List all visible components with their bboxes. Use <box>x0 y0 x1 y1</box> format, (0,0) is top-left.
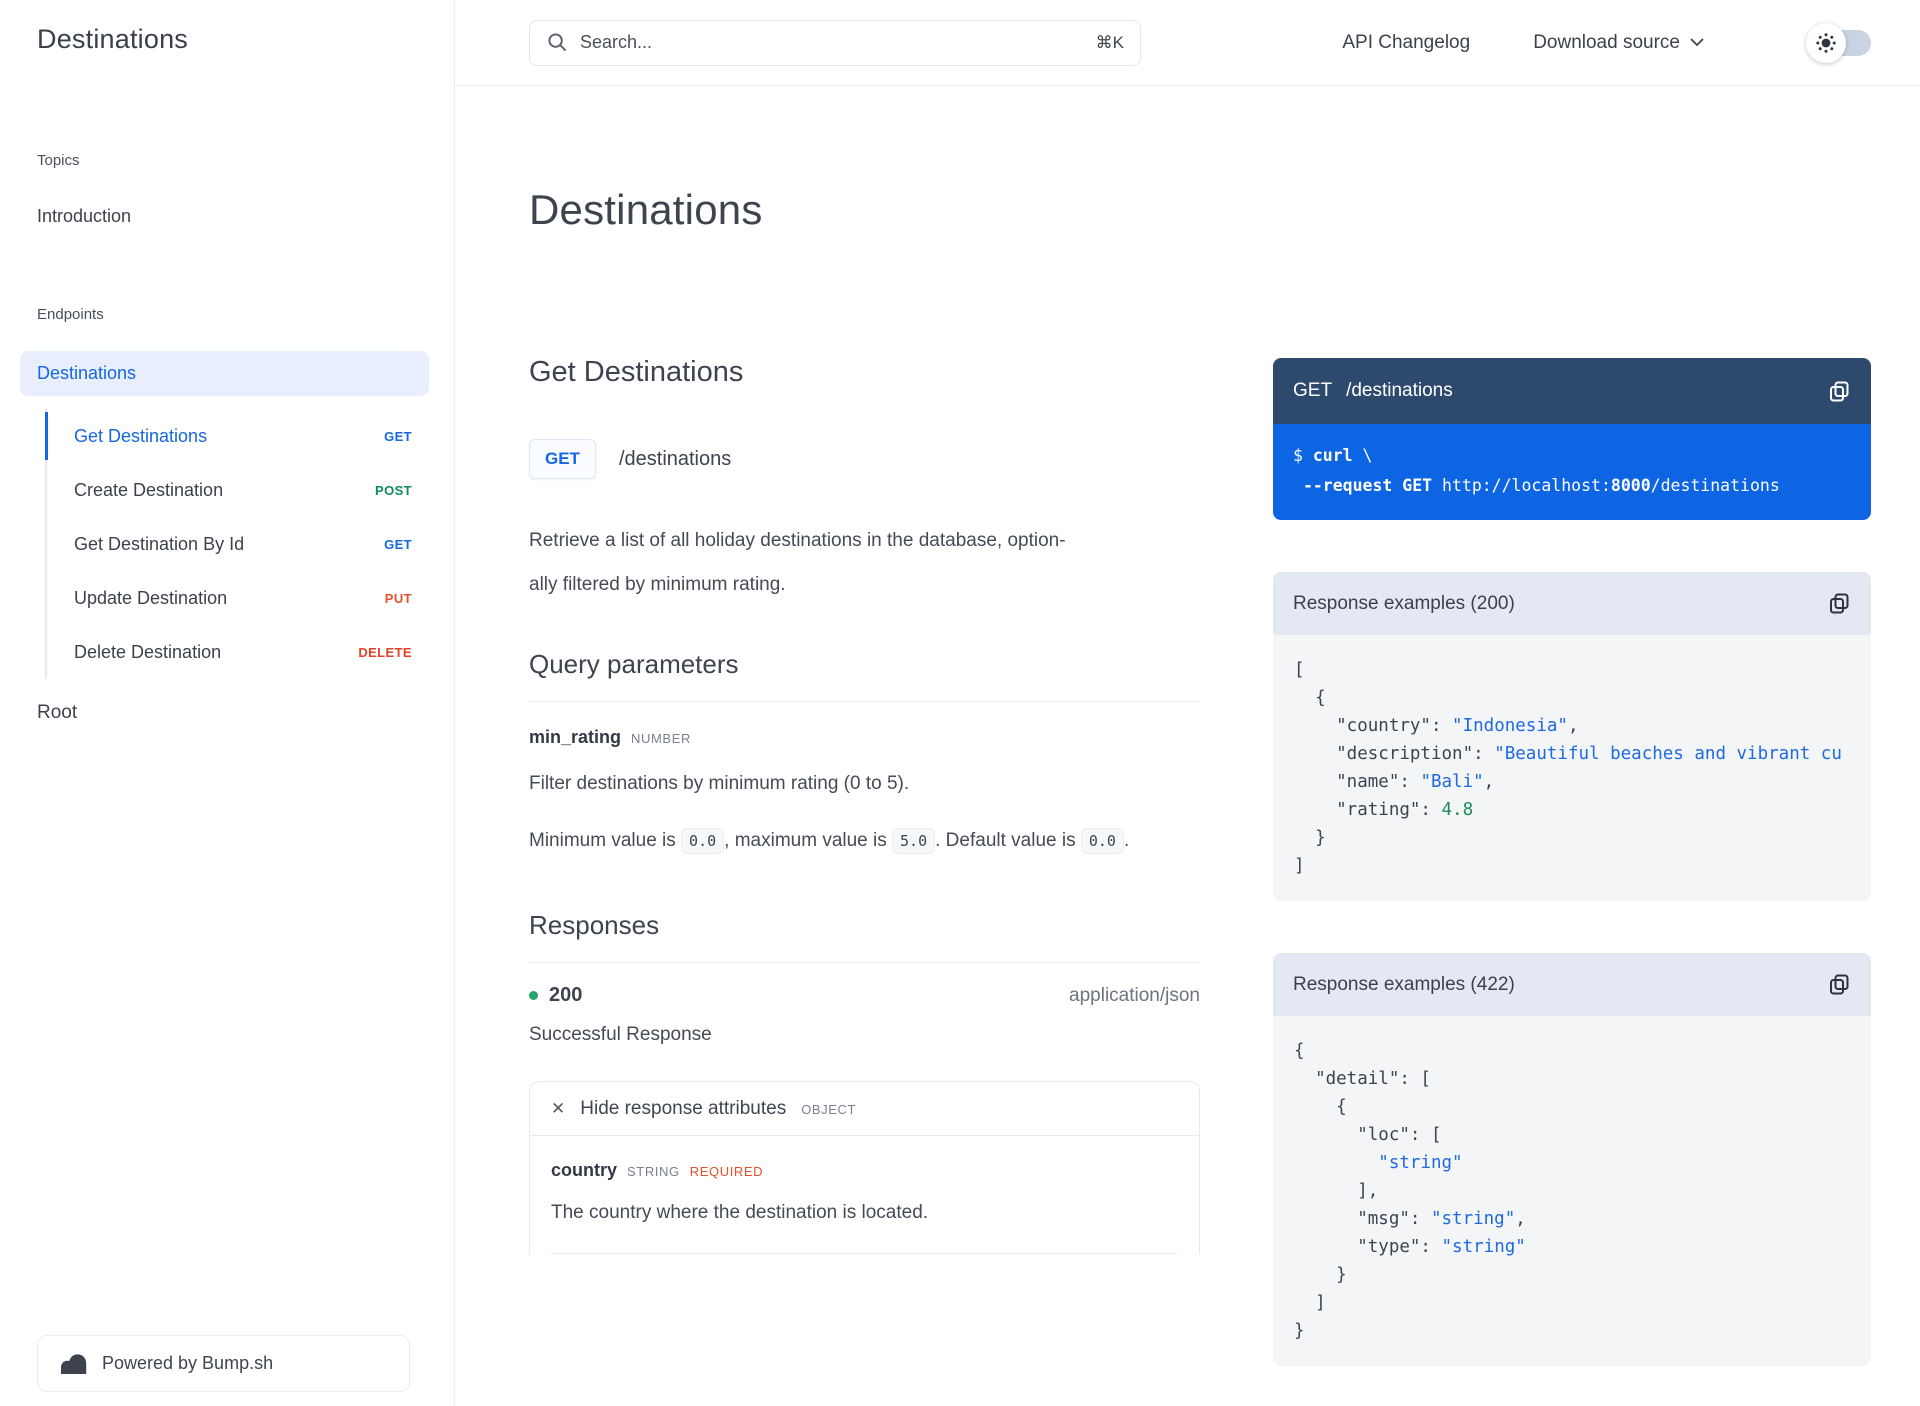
operation-description: Retrieve a list of all holiday destinati… <box>529 530 1066 595</box>
max-value-chip: 5.0 <box>892 828 936 854</box>
topbar-links: API Changelog Download source <box>1342 22 1871 63</box>
close-icon: ✕ <box>551 1099 566 1118</box>
sidebar-item-destinations[interactable]: Destinations <box>20 351 429 396</box>
attribute-header: country STRING REQUIRED <box>551 1160 1178 1181</box>
status-code: 200 <box>549 984 583 1006</box>
sidebar-item-introduction[interactable]: Introduction <box>37 206 428 227</box>
default-value-chip: 0.0 <box>1080 828 1124 854</box>
sidebar-item-root[interactable]: Root <box>37 702 428 724</box>
main-area: Search... ⌘K API Changelog Download sour… <box>455 0 1920 1406</box>
response-200-example-header: Response examples (200) <box>1273 572 1871 635</box>
doc-article: Destinations Get Destinations GET /desti… <box>529 86 1200 1254</box>
operation-label: Update Destination <box>74 587 228 608</box>
operation-label: Delete Destination <box>74 641 222 662</box>
curl-code-block: $ curl \ --request GET http://localhost:… <box>1273 424 1871 520</box>
request-example-header: GET/destinations <box>1273 358 1871 424</box>
search-icon <box>547 32 568 53</box>
endpoint-path: /destinations <box>618 447 732 470</box>
copy-icon[interactable] <box>1828 592 1851 615</box>
response-422-title: Response examples (422) <box>1293 973 1515 995</box>
bump-logo-icon <box>60 1353 87 1374</box>
attribute-type: STRING <box>627 1164 680 1179</box>
app-root: Destinations Topics Introduction Endpoin… <box>0 0 1920 1406</box>
chevron-down-icon <box>1690 38 1704 47</box>
endpoint-row: GET /destinations <box>529 439 1200 479</box>
copy-icon[interactable] <box>1828 973 1851 996</box>
divider <box>529 962 1200 963</box>
response-200-title: Response examples (200) <box>1293 592 1515 614</box>
response-200-code-block: [ { "country": "Indonesia", "description… <box>1273 635 1871 901</box>
operation-label: Create Destination <box>74 479 224 500</box>
divider <box>551 1253 1178 1254</box>
page-heading: Destinations <box>529 186 763 233</box>
sidebar-item-create-destination[interactable]: Create Destination POST <box>47 463 428 517</box>
hide-response-attributes-toggle[interactable]: ✕ Hide response attributes OBJECT <box>530 1082 1199 1136</box>
method-badge-put: PUT <box>384 590 412 606</box>
responses-heading: Responses <box>529 910 660 940</box>
parameter-type: NUMBER <box>631 731 691 746</box>
method-badge-delete: DELETE <box>358 644 412 660</box>
search-placeholder: Search... <box>580 32 653 52</box>
app-title: Destinations <box>37 24 188 54</box>
status-dot-icon <box>529 991 538 1000</box>
topics-section-label: Topics <box>37 152 80 169</box>
topbar: Search... ⌘K API Changelog Download sour… <box>455 0 1920 86</box>
parameter-header: min_rating NUMBER <box>529 727 1200 748</box>
operation-label: Get Destinations <box>74 425 208 446</box>
attribute-name: country <box>551 1160 618 1180</box>
sidebar-item-get-destination-by-id[interactable]: Get Destination By Id GET <box>47 517 428 571</box>
attribute-row: country STRING REQUIRED The country wher… <box>530 1136 1199 1254</box>
content: Destinations Get Destinations GET /desti… <box>455 86 1920 1366</box>
response-422-example-header: Response examples (422) <box>1273 953 1871 1016</box>
attribute-required-badge: REQUIRED <box>689 1164 764 1179</box>
sidebar-item-get-destinations[interactable]: Get Destinations GET <box>45 409 428 463</box>
response-description: Successful Response <box>529 1024 712 1045</box>
sidebar-item-update-destination[interactable]: Update Destination PUT <box>47 571 428 625</box>
method-badge-get: GET <box>384 428 412 444</box>
api-changelog-link[interactable]: API Changelog <box>1342 32 1470 54</box>
response-status-row: 200 application/json <box>529 984 1200 1007</box>
response-422-example-card: Response examples (422) { "detail": [ { … <box>1273 953 1871 1366</box>
search-shortcut: ⌘K <box>1095 32 1124 52</box>
endpoints-section-label: Endpoints <box>37 306 104 323</box>
attributes-kind: OBJECT <box>801 1102 857 1117</box>
request-method: GET <box>1293 380 1333 401</box>
sidebar-item-delete-destination[interactable]: Delete Destination DELETE <box>47 625 428 679</box>
min-value-chip: 0.0 <box>681 828 725 854</box>
download-source-menu[interactable]: Download source <box>1533 32 1704 54</box>
parameter-name: min_rating <box>529 727 622 747</box>
powered-by-label: Powered by Bump.sh <box>102 1353 274 1373</box>
sun-icon <box>1806 22 1846 63</box>
operations-list: Get Destinations GET Create Destination … <box>45 409 428 679</box>
method-badge-get: GET <box>384 536 412 552</box>
response-content-type: application/json <box>1069 984 1200 1006</box>
attribute-description: The country where the destination is loc… <box>551 1202 929 1223</box>
parameter-constraints: Minimum value is 0.0, maximum value is 5… <box>529 819 1200 863</box>
search-input[interactable]: Search... ⌘K <box>529 19 1141 66</box>
download-source-label: Download source <box>1533 31 1680 53</box>
response-200-example-card: Response examples (200) [ { "country": "… <box>1273 572 1871 901</box>
request-example-card: GET/destinations $ curl \ --request GET … <box>1273 358 1871 520</box>
attributes-toggle-label: Hide response attributes <box>580 1098 787 1119</box>
sidebar: Destinations Topics Introduction Endpoin… <box>0 0 455 1406</box>
response-422-code-block: { "detail": [ { "loc": [ "string" ], "ms… <box>1273 1016 1871 1366</box>
query-parameters-heading: Query parameters <box>529 649 739 679</box>
operation-label: Get Destination By Id <box>74 533 245 554</box>
request-line: GET/destinations <box>1293 380 1453 402</box>
theme-toggle[interactable] <box>1806 22 1871 63</box>
parameter-description: Filter destinations by minimum rating (0… <box>529 773 910 794</box>
examples-panel: GET/destinations $ curl \ --request GET … <box>1273 358 1871 1366</box>
response-attributes-box: ✕ Hide response attributes OBJECT countr… <box>529 1081 1200 1254</box>
powered-by-bump-button[interactable]: Powered by Bump.sh <box>37 1335 410 1392</box>
copy-icon[interactable] <box>1828 380 1851 403</box>
operation-heading: Get Destinations <box>529 356 744 388</box>
divider <box>529 701 1200 702</box>
method-badge-post: POST <box>375 482 412 498</box>
request-path: /destinations <box>1346 380 1453 401</box>
method-chip-get: GET <box>529 439 596 479</box>
